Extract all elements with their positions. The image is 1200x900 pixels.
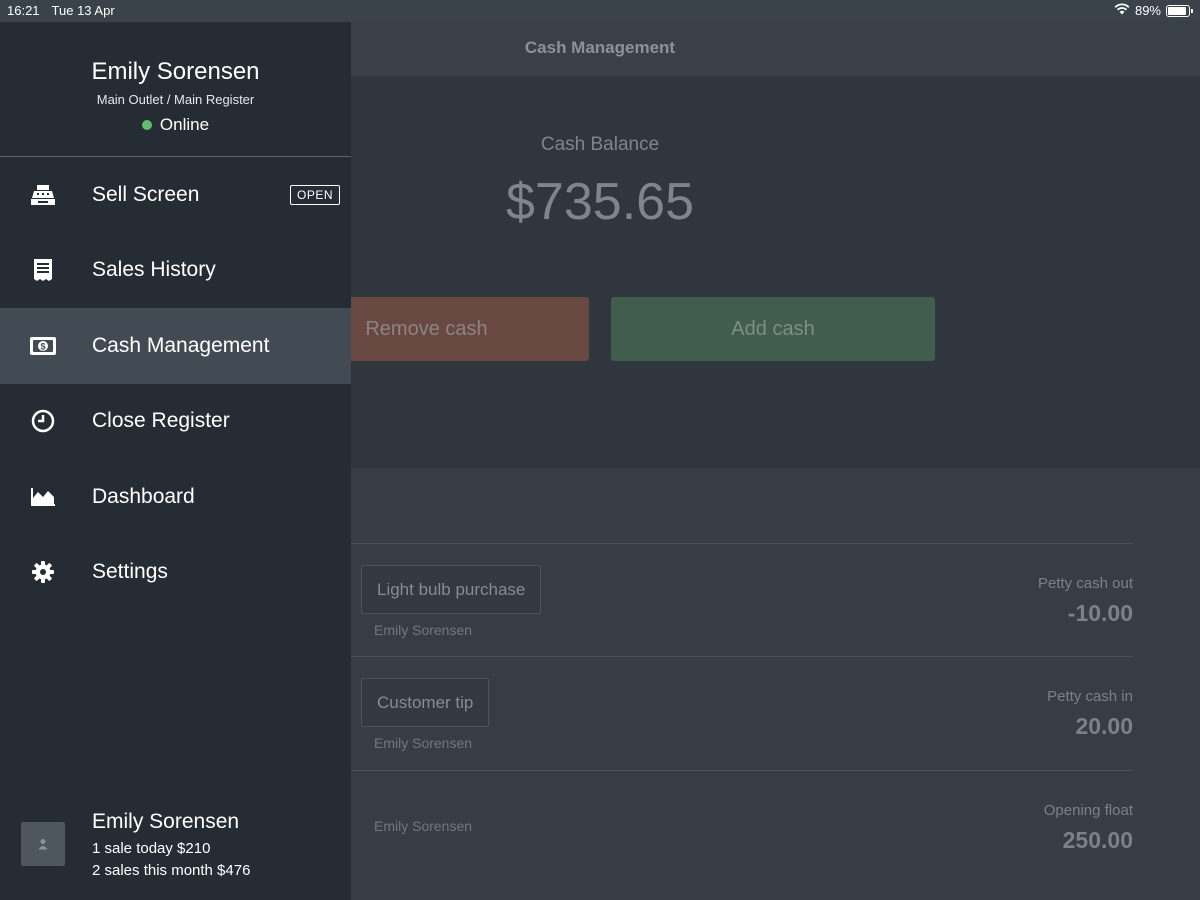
footer-user-name: Emily Sorensen [92, 810, 240, 833]
sidebar-item-sell-screen[interactable]: Sell Screen OPEN [0, 157, 351, 233]
user-footer: Emily Sorensen 1 sale today $210 2 sales… [0, 790, 351, 900]
status-label: Online [159, 115, 210, 134]
chart-icon [29, 483, 57, 511]
battery-icon [1166, 4, 1193, 17]
profile-header: Emily Sorensen Main Outlet / Main Regist… [0, 22, 351, 157]
sidebar: Emily Sorensen Main Outlet / Main Regist… [0, 22, 351, 900]
sidebar-item-cash-management[interactable]: $ Cash Management [0, 308, 351, 384]
online-status: Online [0, 115, 351, 135]
sidebar-item-sales-history[interactable]: Sales History [0, 233, 351, 309]
transaction-user: Emily Sorensen [374, 735, 473, 751]
cash-icon: $ [29, 332, 57, 360]
sidebar-item-close-register[interactable]: Close Register [0, 384, 351, 460]
avatar[interactable] [21, 822, 65, 866]
transaction-type: Petty cash in [1047, 688, 1133, 705]
transaction-note: Light bulb purchase [361, 565, 542, 614]
status-bar: 16:21 Tue 13 Apr 89% [0, 0, 1200, 22]
transaction-type: Opening float [1043, 802, 1133, 819]
sidebar-item-label: Cash Management [92, 333, 270, 357]
battery-fill [1168, 6, 1186, 15]
open-badge: OPEN [289, 184, 340, 205]
receipt-icon [29, 256, 57, 284]
gear-icon [29, 558, 57, 586]
sidebar-item-label: Settings [92, 560, 168, 584]
transaction-user: Emily Sorensen [374, 818, 473, 834]
status-date: Tue 13 Apr [51, 3, 115, 18]
user-icon [38, 839, 48, 850]
transaction-type: Petty cash out [1037, 575, 1133, 592]
profile-outlet: Main Outlet / Main Register [96, 92, 255, 107]
sidebar-item-settings[interactable]: Settings [0, 535, 351, 611]
clock-icon [29, 407, 57, 435]
sidebar-nav: Sell Screen OPEN Sales History $ Cash Ma… [0, 157, 351, 610]
profile-name: Emily Sorensen [91, 58, 260, 85]
add-cash-button[interactable]: Add cash [611, 297, 935, 361]
transaction-user: Emily Sorensen [374, 622, 473, 638]
status-time: 16:21 [7, 3, 40, 18]
status-dot-icon [141, 120, 152, 130]
transaction-row[interactable]: Light bulb purchase Emily Sorensen Petty… [350, 544, 1133, 657]
transaction-row[interactable]: Customer tip Emily Sorensen Petty cash i… [350, 657, 1133, 770]
svg-text:$: $ [40, 341, 45, 351]
transaction-amount: -10.00 [1067, 600, 1133, 626]
sales-month: 2 sales this month $476 [92, 862, 251, 879]
sidebar-item-label: Sales History [92, 258, 216, 282]
transaction-note: Customer tip [361, 678, 490, 727]
sidebar-item-label: Close Register [92, 409, 230, 433]
transaction-amount: 250.00 [1062, 827, 1133, 853]
sidebar-item-label: Sell Screen [92, 182, 200, 206]
sidebar-item-dashboard[interactable]: Dashboard [0, 459, 351, 535]
sales-today: 1 sale today $210 [92, 840, 211, 857]
transaction-amount: 20.00 [1075, 713, 1133, 739]
transaction-row[interactable]: Emily Sorensen Opening float 250.00 [350, 771, 1133, 884]
sidebar-item-label: Dashboard [92, 484, 195, 508]
battery-percent: 89% [1134, 3, 1161, 18]
register-icon [29, 181, 57, 209]
battery-tip [1191, 8, 1193, 13]
wifi-icon [1114, 3, 1130, 18]
